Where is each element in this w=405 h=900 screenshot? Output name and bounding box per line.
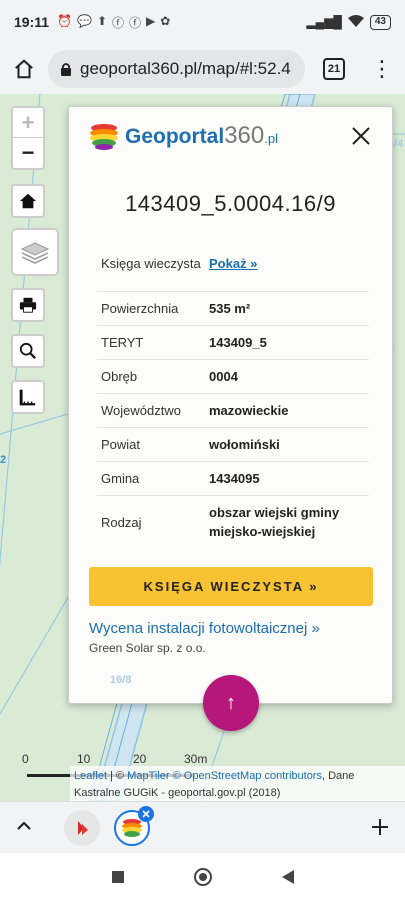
layers-icon: [20, 242, 50, 264]
row-key: Gmina: [97, 461, 205, 496]
home-icon: [15, 59, 33, 79]
plus-icon: [372, 819, 388, 835]
table-row: TERYT 143409_5: [97, 325, 369, 360]
table-row: Rodzaj obszar wiejski gminy miejsko-wiej…: [97, 495, 369, 549]
logo-globe-icon: [90, 124, 118, 150]
row-key: Rodzaj: [101, 514, 142, 530]
parcel-info-table: Księga wieczysta Pokaż » Powierzchnia 53…: [97, 237, 369, 549]
leaflet-link[interactable]: Leaflet: [74, 770, 107, 782]
row-value: 143409_5: [205, 325, 369, 360]
measure-button[interactable]: [11, 380, 45, 414]
notification-icons: ⏰ 💬 ⬆ ⓕ ⓕ ▶ ✿: [57, 14, 170, 31]
row-value: 535 m²: [205, 291, 369, 326]
status-time: 19:11: [14, 14, 50, 30]
bottom-toolbar: [0, 801, 405, 853]
new-tab-button[interactable]: [371, 812, 389, 843]
youtube-icon: ▶: [146, 13, 156, 28]
expand-button[interactable]: [14, 816, 34, 841]
row-key: Obręb: [97, 359, 205, 394]
map-view[interactable]: 14/4 2 + − Geoportal: [0, 94, 405, 801]
row-key: Powiat: [97, 427, 205, 462]
row-value: wołomiński: [205, 427, 369, 462]
table-row: Województwo mazowieckie: [97, 393, 369, 428]
parcel-label: 2: [0, 454, 7, 466]
url-bar[interactable]: geoportal360.pl/map/#l:52.4: [48, 50, 305, 88]
app-favicon-icon: [78, 821, 88, 835]
close-tab-badge[interactable]: [138, 806, 154, 822]
system-nav-bar: [0, 853, 405, 900]
scale-label: 0: [22, 752, 29, 766]
scale-label: 10: [77, 752, 91, 766]
parcel-label: 16/8: [110, 674, 132, 686]
land-register-button[interactable]: KSIĘGA WIECZYSTA »: [89, 567, 373, 606]
row-value: obszar wiejski gminy miejsko-wiejskiej: [209, 505, 340, 540]
back-button[interactable]: [281, 869, 294, 884]
close-popup-button[interactable]: [350, 125, 374, 149]
home-extent-button[interactable]: [11, 184, 45, 218]
facebook-icon: ⓕ: [112, 15, 125, 30]
home-button[interactable]: [0, 44, 48, 94]
layers-button[interactable]: [11, 228, 59, 276]
logo-text: Geoportal360.pl: [125, 122, 278, 149]
row-key: Województwo: [97, 393, 205, 428]
scale-label: 20: [133, 752, 147, 766]
alarm-icon: ⏰: [57, 13, 72, 28]
zoom-in-button[interactable]: +: [13, 108, 43, 138]
table-row: Powierzchnia 535 m²: [97, 291, 369, 326]
tab-group-item[interactable]: [64, 810, 100, 846]
land-register-link[interactable]: Pokaż »: [209, 256, 257, 271]
close-icon: [142, 810, 150, 818]
geoportal-favicon-icon: [122, 819, 142, 837]
facebook-icon-2: ⓕ: [129, 15, 142, 30]
url-text: geoportal360.pl/map/#l:52.4: [80, 59, 291, 78]
scale-label: 30m: [184, 752, 208, 766]
recents-button[interactable]: [111, 870, 124, 883]
row-key: TERYT: [97, 325, 205, 360]
solar-valuation-link[interactable]: Wycena instalacji fotowoltaicznej »: [89, 620, 372, 637]
map-attribution: Leaflet | © MapTiler © OpenStreetMap con…: [70, 766, 405, 801]
signal-icon: ▂▄▆█: [306, 15, 342, 29]
row-value: Pokaż »: [205, 237, 369, 292]
home-icon: [19, 193, 37, 209]
table-row: Księga wieczysta Pokaż »: [97, 237, 369, 292]
lock-icon: [60, 62, 72, 77]
osm-link[interactable]: © OpenStreetMap contributors: [173, 770, 322, 782]
status-right: ▂▄▆█ 43: [306, 14, 391, 30]
search-button[interactable]: [11, 334, 45, 368]
status-bar: 19:11 ⏰ 💬 ⬆ ⓕ ⓕ ▶ ✿ ▂▄▆█ 43: [0, 0, 405, 44]
table-row: Gmina 1434095: [97, 461, 369, 496]
browser-toolbar: geoportal360.pl/map/#l:52.4 21 ⋮: [0, 44, 405, 94]
leaf-icon: ✿: [160, 13, 171, 28]
chevron-up-icon: [17, 821, 31, 830]
print-icon: [19, 297, 37, 313]
row-value: mazowieckie: [205, 393, 369, 428]
geoportal-logo: Geoportal360.pl: [89, 121, 372, 151]
chat-icon: 💬: [77, 13, 92, 28]
scroll-up-button[interactable]: ↑: [203, 675, 259, 731]
row-value: 1434095: [205, 461, 369, 496]
row-key: Księga wieczysta: [97, 237, 205, 292]
print-button[interactable]: [11, 288, 45, 322]
row-value: 0004: [205, 359, 369, 394]
tab-switcher-button[interactable]: 21: [323, 58, 345, 80]
solar-company-name: Green Solar sp. z o.o.: [89, 641, 206, 655]
table-row: Powiat wołomiński: [97, 427, 369, 462]
close-icon: [352, 127, 370, 145]
zoom-out-button[interactable]: −: [13, 138, 43, 168]
table-row: Obręb 0004: [97, 359, 369, 394]
upload-icon: ⬆: [96, 13, 108, 28]
row-key: Powierzchnia: [97, 291, 205, 326]
home-nav-button[interactable]: [193, 867, 212, 886]
zoom-control: + −: [11, 106, 45, 170]
parcel-id-title: 143409_5.0004.16/9: [125, 191, 336, 216]
battery-icon: 43: [369, 14, 391, 30]
maptiler-link[interactable]: MapTiler: [127, 770, 169, 782]
menu-kebab-icon[interactable]: ⋮: [371, 58, 393, 80]
search-icon: [19, 342, 36, 359]
wifi-icon: [347, 14, 364, 30]
parcel-popup: Geoportal360.pl 143409_5.0004.16/9 Księg…: [68, 106, 393, 704]
ruler-icon: [19, 389, 36, 406]
